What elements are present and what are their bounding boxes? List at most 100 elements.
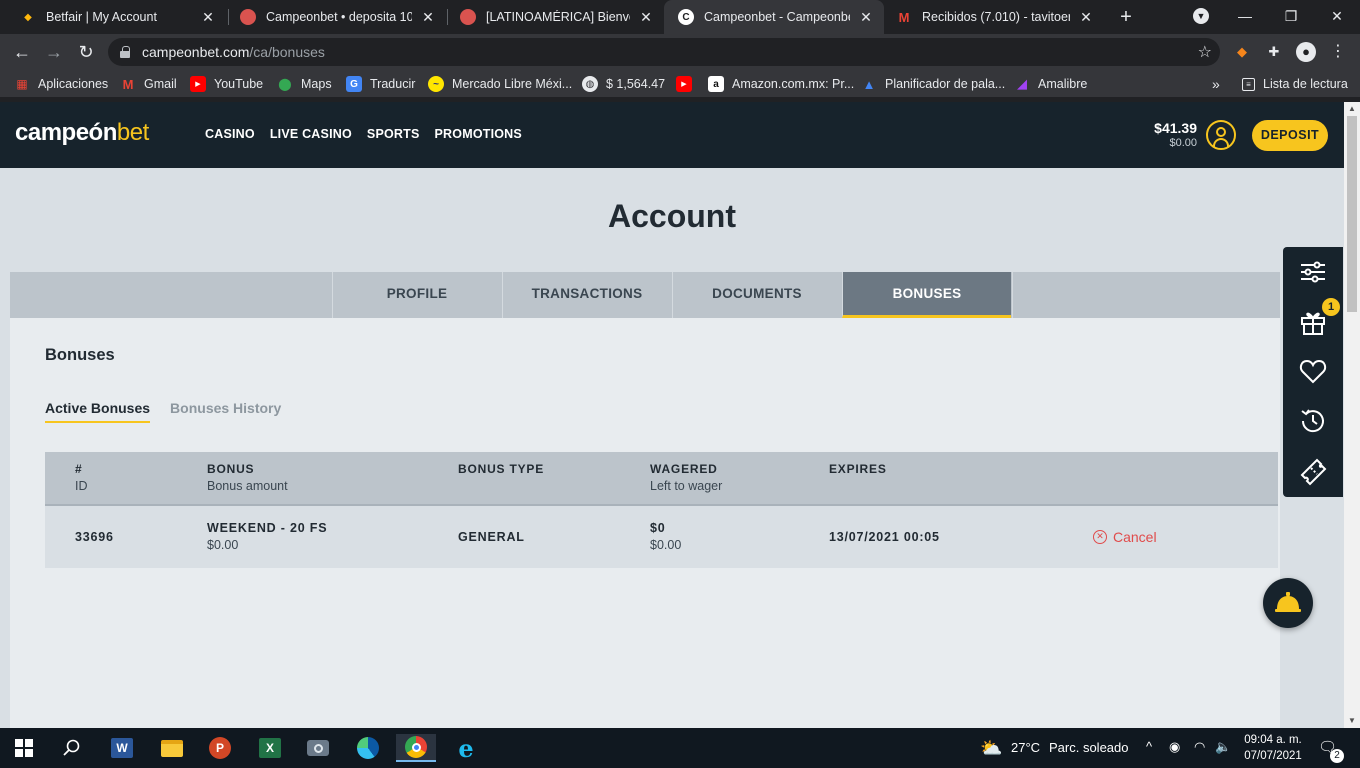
bookmark-youtube-2[interactable]: ▶ (676, 75, 700, 93)
deposit-button[interactable]: DEPOSIT (1252, 120, 1328, 151)
youtube-icon: ▶ (676, 76, 692, 92)
taskbar-search-button[interactable] (52, 734, 92, 762)
ticket-icon[interactable] (1298, 456, 1328, 486)
scroll-down-arrow[interactable]: ▼ (1344, 714, 1360, 728)
close-tab-icon[interactable]: ✕ (638, 9, 654, 26)
browser-tab-campeonbet-active[interactable]: C Campeonbet - Campeonbet ✕ (664, 0, 884, 34)
amalibre-icon: ◢ (1017, 76, 1027, 91)
subtab-bonuses-history[interactable]: Bonuses History (170, 400, 281, 423)
header-bonus: BONUS Bonus amount (207, 462, 288, 493)
taskbar-edge[interactable] (348, 734, 388, 762)
bookmark-youtube[interactable]: ▶ YouTube (190, 75, 263, 93)
taskbar-powerpoint[interactable]: P (200, 734, 240, 762)
weather-sun-cloud-icon[interactable]: ⛅ (980, 738, 1002, 759)
nav-promotions[interactable]: PROMOTIONS (435, 127, 522, 141)
taskbar-chrome[interactable] (396, 734, 436, 762)
nav-live-casino[interactable]: LIVE CASINO (270, 127, 352, 141)
campeonbet-logo[interactable]: campeónbet (15, 119, 149, 147)
bonus-subtabs: Active Bonuses Bonuses History (45, 400, 281, 423)
back-button[interactable]: ← (8, 38, 36, 66)
cancel-circle-icon: ✕ (1093, 530, 1107, 544)
word-icon: W (111, 738, 133, 758)
bookmark-maps[interactable]: ⬤ Maps (277, 75, 331, 93)
user-account-icon[interactable] (1206, 120, 1236, 150)
tab-search-icon[interactable]: ▼ (1178, 0, 1224, 34)
bookmark-star-icon[interactable]: ☆ (1198, 42, 1212, 62)
taskbar-word[interactable]: W (102, 734, 142, 762)
table-header: # ID BONUS Bonus amount BONUS TYPE WAGER… (45, 452, 1278, 506)
bookmark-traducir[interactable]: G Traducir (346, 75, 415, 93)
chrome-menu-icon[interactable]: ⋮ (1328, 42, 1348, 62)
heart-icon[interactable] (1298, 356, 1328, 386)
taskbar-excel[interactable]: X (250, 734, 290, 762)
windows-start-button[interactable] (4, 734, 44, 762)
help-bell-button[interactable] (1263, 578, 1313, 628)
apps-grid-icon: ▦ (16, 77, 28, 91)
taskbar-camera[interactable] (298, 734, 338, 762)
globe-icon: ◍ (582, 76, 598, 92)
volume-icon[interactable]: 🔈 (1215, 739, 1231, 755)
gmail-icon: M (122, 76, 134, 92)
close-tab-icon[interactable]: ✕ (200, 9, 216, 26)
forward-button[interactable]: → (40, 38, 68, 66)
weather-temp[interactable]: 27°C (1011, 740, 1040, 755)
browser-tab-latinoamerica[interactable]: [LATINOAMÉRICA] Bienvenid ✕ (440, 0, 664, 34)
browser-tab-betfair[interactable]: ◆ Betfair | My Account ✕ (0, 0, 226, 34)
header-wagered: WAGERED Left to wager (650, 462, 723, 493)
tray-meet-icon[interactable]: ◉ (1169, 739, 1180, 755)
nav-sports[interactable]: SPORTS (367, 127, 420, 141)
close-tab-icon[interactable]: ✕ (1078, 9, 1094, 26)
tray-chevron-up-icon[interactable]: ^ (1146, 739, 1152, 754)
browser-tab-gmail[interactable]: M Recibidos (7.010) - tavitoerot ✕ (876, 0, 1104, 34)
profile-avatar[interactable]: ● (1296, 42, 1316, 62)
balance-display[interactable]: $41.39 $0.00 (1154, 120, 1197, 149)
new-tab-button[interactable]: + (1114, 5, 1138, 29)
edge-icon (357, 737, 379, 759)
weather-text[interactable]: Parc. soleado (1049, 740, 1129, 755)
lock-icon[interactable] (120, 46, 130, 58)
reload-button[interactable]: ↻ (72, 38, 100, 66)
nav-casino[interactable]: CASINO (205, 127, 255, 141)
bookmark-planificador[interactable]: ▲ Planificador de pala... (861, 75, 1006, 93)
wifi-icon[interactable]: ◠ (1194, 739, 1205, 755)
tab-bonuses[interactable]: BONUSES (842, 272, 1011, 318)
tab-transactions[interactable]: TRANSACTIONS (502, 272, 671, 318)
reading-list-icon: ≡ (1242, 77, 1255, 91)
browser-toolbar: ← → ↻ campeonbet.com/ca/bonuses ☆ ◆ ✚ ● … (0, 34, 1360, 70)
system-clock[interactable]: 09:04 a. m. 07/07/2021 (1238, 732, 1308, 764)
close-tab-icon[interactable]: ✕ (420, 9, 436, 26)
scrollbar-thumb[interactable] (1347, 116, 1357, 312)
bookmarks-bar: ▦ Aplicaciones M Gmail ▶ YouTube ⬤ Maps … (0, 70, 1360, 98)
windows-taskbar: W P X e ⛅ 27°C Parc. soleado ^ ◉ ◠ 🔈 09:… (0, 728, 1360, 768)
tab-documents[interactable]: DOCUMENTS (672, 272, 841, 318)
metamask-extension-icon[interactable]: ◆ (1232, 42, 1252, 62)
address-bar[interactable]: campeonbet.com/ca/bonuses ☆ (108, 38, 1220, 66)
gmail-favicon: M (898, 9, 910, 25)
taskbar-file-explorer[interactable] (152, 734, 192, 762)
browser-tab-campeonbet-deposit[interactable]: Campeonbet • deposita 100$ ✕ (220, 0, 446, 34)
reading-list-button[interactable]: ≡ Lista de lectura (1242, 75, 1348, 93)
bookmark-balance[interactable]: ◍ $ 1,564.47 (582, 75, 665, 93)
scroll-up-arrow[interactable]: ▲ (1344, 102, 1360, 116)
bookmarks-overflow-icon[interactable]: » (1212, 75, 1220, 93)
close-tab-icon[interactable]: ✕ (858, 9, 874, 26)
bookmark-mercadolibre[interactable]: ~ Mercado Libre Méxi... (428, 75, 572, 93)
close-window-button[interactable]: ✕ (1314, 0, 1360, 34)
subtab-active-bonuses[interactable]: Active Bonuses (45, 400, 151, 423)
bookmark-amazon[interactable]: a Amazon.com.mx: Pr... (708, 75, 854, 93)
browser-tab-strip: ◆ Betfair | My Account ✕ Campeonbet • de… (0, 0, 1360, 34)
minimize-button[interactable]: — (1222, 0, 1268, 34)
page-scrollbar[interactable]: ▲ ▼ (1344, 102, 1360, 728)
real-balance: $41.39 (1154, 120, 1197, 136)
bookmark-apps[interactable]: ▦ Aplicaciones (14, 75, 108, 93)
cancel-bonus-button[interactable]: ✕ Cancel (1093, 529, 1157, 545)
taskbar-internet-explorer[interactable]: e (446, 734, 486, 763)
page-title: Account (608, 198, 736, 234)
tab-profile[interactable]: PROFILE (332, 272, 501, 318)
bookmark-amalibre[interactable]: ◢ Amalibre (1014, 75, 1087, 93)
bookmark-gmail[interactable]: M Gmail (120, 75, 177, 93)
extensions-puzzle-icon[interactable]: ✚ (1264, 42, 1284, 62)
history-icon[interactable] (1298, 406, 1328, 436)
restore-button[interactable]: ❐ (1268, 0, 1314, 34)
sliders-icon[interactable] (1298, 257, 1328, 287)
